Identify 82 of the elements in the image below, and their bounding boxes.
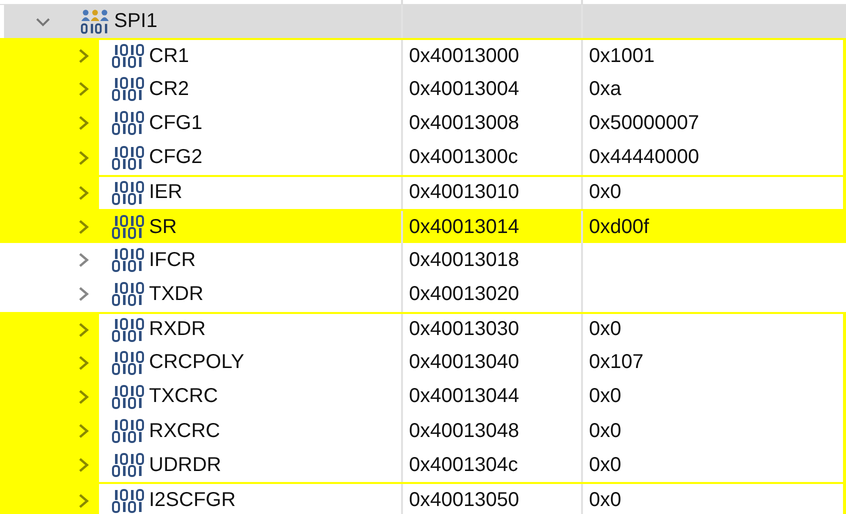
- register-value: 0xd00f: [589, 216, 650, 239]
- register-row[interactable]: CFG1 0x40013008 0x50000007: [0, 106, 846, 141]
- binary-icon: [111, 316, 145, 343]
- register-value: 0x44440000: [589, 146, 700, 170]
- register-address: 0x40013020: [409, 282, 520, 306]
- expand-icon[interactable]: [77, 422, 91, 440]
- register-row[interactable]: IFCR 0x40013018: [0, 243, 846, 278]
- binary-icon: [111, 350, 145, 376]
- register-value: 0x0: [589, 318, 622, 342]
- expand-icon[interactable]: [77, 354, 91, 372]
- register-address: 0x40013000: [409, 44, 520, 68]
- expand-icon[interactable]: [77, 47, 91, 66]
- register-address: 0x40013014: [409, 216, 520, 239]
- binary-icon: [111, 281, 145, 308]
- binary-icon: [111, 247, 145, 274]
- register-value: 0x50000007: [589, 112, 700, 135]
- binary-icon: [111, 488, 145, 514]
- expand-icon[interactable]: [77, 456, 91, 474]
- register-name: RXDR: [149, 318, 206, 342]
- register-row[interactable]: I2SCFGR 0x40013050 0x0: [0, 482, 846, 514]
- register-value: 0x0: [589, 454, 622, 477]
- register-name: I2SCFGR: [149, 489, 236, 512]
- expand-icon[interactable]: [77, 218, 91, 236]
- register-value: 0x1001: [589, 44, 655, 68]
- register-row[interactable]: CR2 0x40013004 0xa: [0, 72, 846, 106]
- register-address: 0x4001304c: [409, 454, 518, 477]
- expand-icon[interactable]: [77, 114, 91, 132]
- register-address: 0x40013004: [409, 78, 520, 101]
- group-name: SPI1: [114, 10, 158, 33]
- register-name: IER: [149, 181, 182, 204]
- register-row[interactable]: CR1 0x40013000 0x1001: [0, 38, 846, 72]
- binary-icon: [111, 214, 145, 240]
- register-name: TXDR: [149, 282, 204, 306]
- expand-icon[interactable]: [77, 285, 91, 304]
- register-name: TXCRC: [149, 385, 218, 408]
- register-address: 0x40013030: [409, 318, 520, 342]
- register-row[interactable]: CRCPOLY 0x40013040 0x107: [0, 346, 846, 380]
- register-value: 0x0: [589, 181, 622, 204]
- register-value: 0x0: [589, 489, 622, 512]
- register-row[interactable]: CFG2 0x4001300c 0x44440000: [0, 140, 846, 175]
- expand-icon[interactable]: [77, 148, 91, 167]
- register-address: 0x40013048: [409, 420, 520, 443]
- register-name: CR1: [149, 44, 190, 68]
- register-name: SR: [149, 216, 177, 239]
- register-address: 0x40013008: [409, 112, 520, 135]
- register-name: UDRDR: [149, 454, 222, 477]
- register-row[interactable]: UDRDR 0x4001304c 0x0: [0, 448, 846, 482]
- expand-icon[interactable]: [77, 184, 91, 202]
- register-address: 0x40013018: [409, 248, 520, 272]
- register-name: IFCR: [149, 248, 196, 272]
- binary-icon: [111, 384, 145, 410]
- expand-icon[interactable]: [77, 320, 91, 339]
- binary-icon: [111, 76, 145, 102]
- register-value: 0x107: [589, 351, 644, 374]
- register-value: 0xa: [589, 78, 622, 101]
- register-row[interactable]: RXDR 0x40013030 0x0: [0, 312, 846, 346]
- register-address: 0x40013050: [409, 489, 520, 512]
- register-name: CFG2: [149, 146, 202, 170]
- register-row[interactable]: SR 0x40013014 0xd00f: [0, 208, 846, 244]
- expand-icon[interactable]: [77, 388, 91, 406]
- register-name: CR2: [149, 78, 190, 101]
- register-address: 0x40013044: [409, 385, 520, 408]
- register-row[interactable]: RXCRC 0x40013048 0x0: [0, 414, 846, 448]
- register-row[interactable]: TXCRC 0x40013044 0x0: [0, 380, 846, 414]
- register-value: 0x0: [589, 420, 622, 443]
- register-name: CRCPOLY: [149, 351, 244, 374]
- binary-icon: [111, 418, 145, 444]
- register-row[interactable]: TXDR 0x40013020: [0, 277, 846, 312]
- register-name: RXCRC: [149, 420, 220, 443]
- binary-icon: [111, 452, 145, 478]
- expand-icon[interactable]: [77, 492, 91, 510]
- binary-icon: [111, 180, 145, 206]
- register-address: 0x4001300c: [409, 146, 518, 170]
- expand-icon[interactable]: [77, 80, 91, 98]
- register-value: 0x0: [589, 385, 622, 408]
- register-address: 0x40013010: [409, 181, 520, 204]
- binary-icon: [111, 144, 145, 171]
- binary-icon: [111, 43, 145, 70]
- register-name: CFG1: [149, 112, 202, 135]
- expand-icon[interactable]: [77, 251, 91, 270]
- register-address: 0x40013040: [409, 351, 520, 374]
- binary-icon: [111, 110, 145, 136]
